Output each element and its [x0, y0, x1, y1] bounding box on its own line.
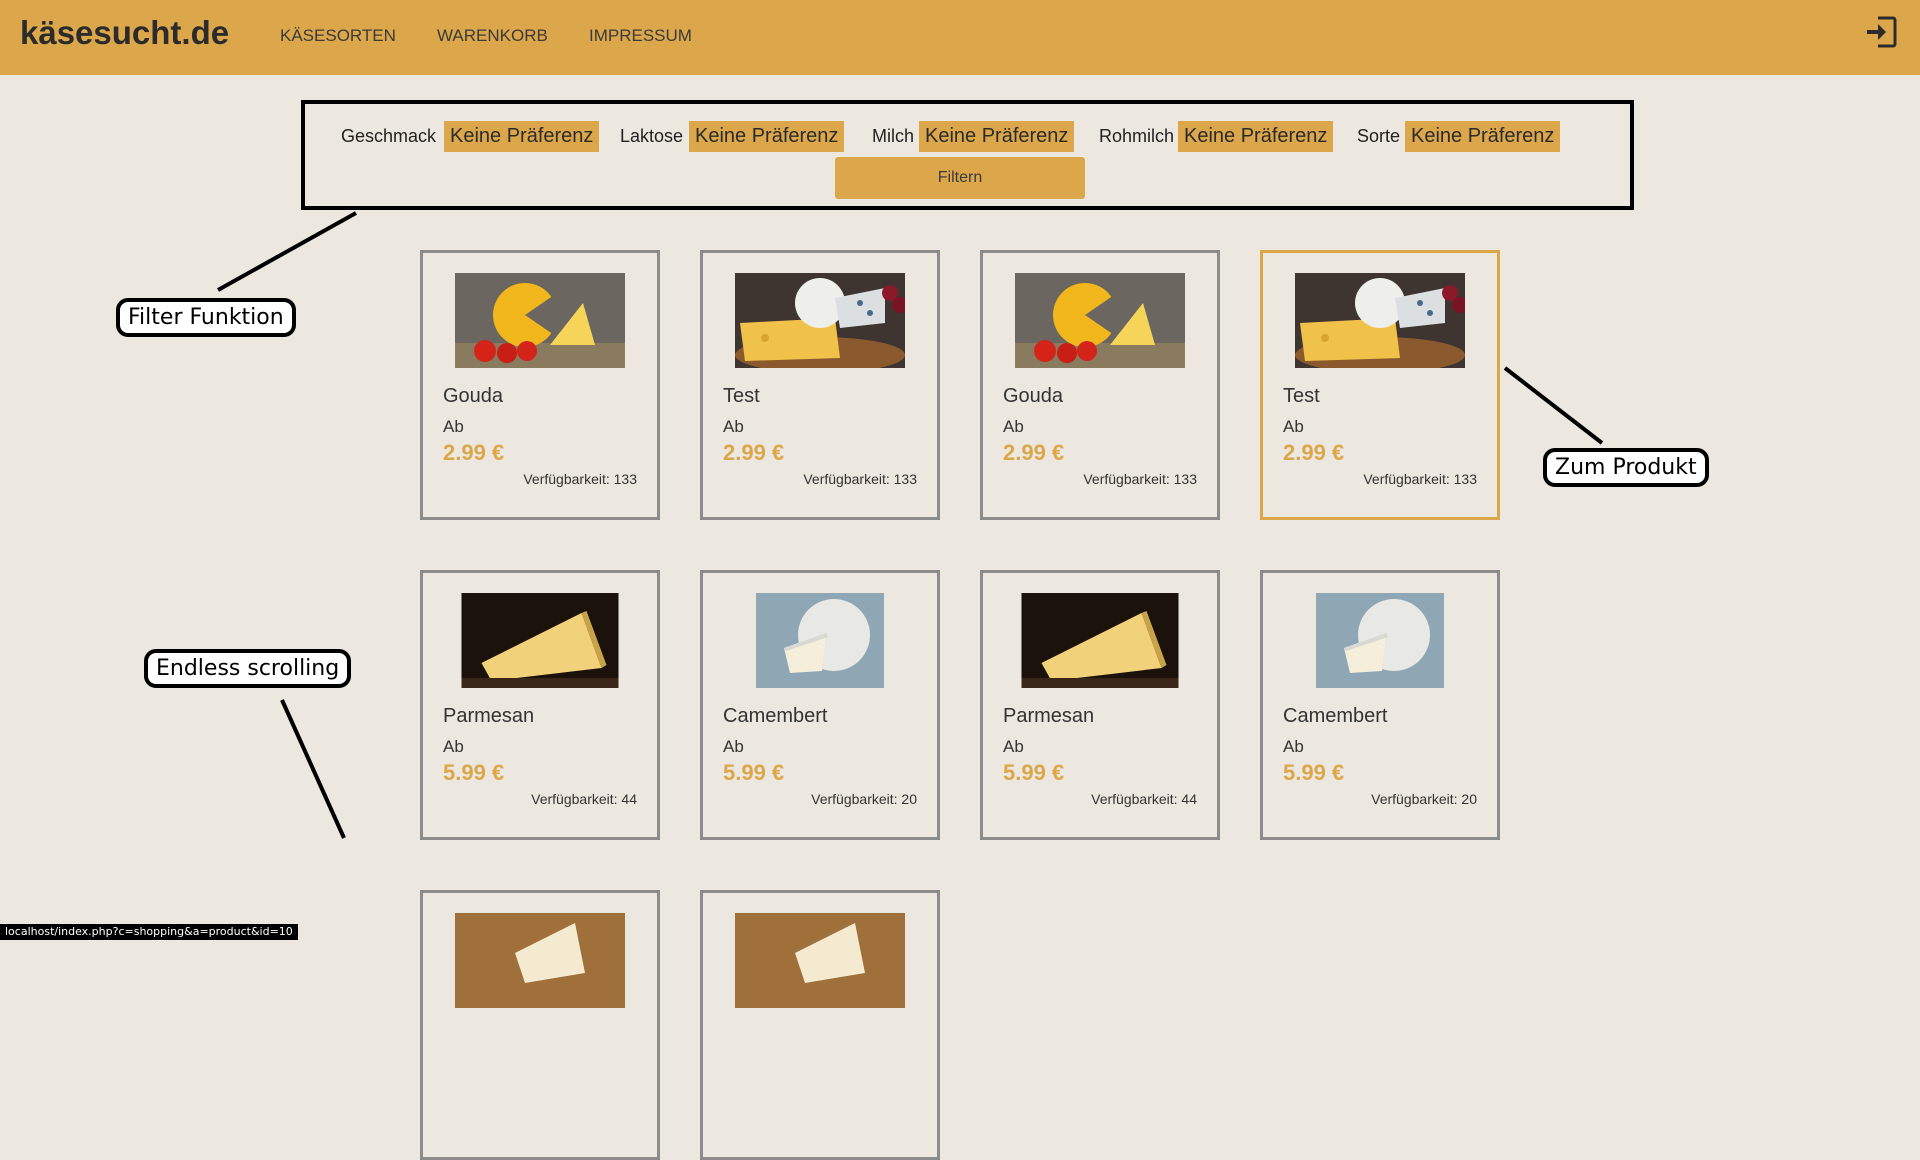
- product-image-gouda: [1015, 273, 1185, 368]
- product-card[interactable]: [700, 890, 940, 1160]
- filter-label-geschmack: Geschmack: [341, 126, 437, 146]
- product-name: Camembert: [1283, 705, 1388, 727]
- product-card[interactable]: Test Ab 2.99 € Verfügbarkeit: 133: [700, 250, 940, 520]
- product-availability: Verfügbarkeit: 133: [803, 471, 917, 487]
- annotation-endless-scrolling: Endless scrolling: [144, 649, 352, 688]
- product-image-parmesan: [461, 593, 619, 688]
- annotation-zum-produkt: Zum Produkt: [1543, 448, 1709, 487]
- link-preview-statusbar: localhost/index.php?c=shopping&a=product…: [0, 924, 298, 940]
- product-image-parmesan: [1021, 593, 1179, 688]
- product-price: 5.99 €: [1283, 760, 1345, 785]
- product-card-hovered[interactable]: Test Ab 2.99 € Verfügbarkeit: 133: [1260, 250, 1500, 520]
- product-availability: Verfügbarkeit: 133: [523, 471, 637, 487]
- product-name: Gouda: [443, 385, 504, 407]
- product-image-gouda: [455, 273, 625, 368]
- product-image-camembert: [1316, 593, 1444, 688]
- product-availability: Verfügbarkeit: 133: [1363, 471, 1477, 487]
- filter-select-milch[interactable]: Keine Präferenz: [919, 121, 1075, 152]
- product-availability: Verfügbarkeit: 44: [1091, 791, 1197, 807]
- product-availability: Verfügbarkeit: 44: [531, 791, 637, 807]
- product-image-camembert: [756, 593, 884, 688]
- product-price-prefix: Ab: [1003, 737, 1024, 756]
- login-icon[interactable]: [1864, 15, 1898, 49]
- product-card[interactable]: Parmesan Ab 5.99 € Verfügbarkeit: 44: [420, 570, 660, 840]
- product-name: Parmesan: [1003, 705, 1095, 727]
- product-card[interactable]: [420, 890, 660, 1160]
- product-card[interactable]: Gouda Ab 2.99 € Verfügbarkeit: 133: [420, 250, 660, 520]
- product-price: 2.99 €: [1283, 440, 1345, 465]
- product-price-prefix: Ab: [1283, 737, 1304, 756]
- product-price-prefix: Ab: [443, 737, 464, 756]
- filter-select-laktose[interactable]: Keine Präferenz: [689, 121, 845, 152]
- product-availability: Verfügbarkeit: 20: [811, 791, 917, 807]
- product-name: Gouda: [1003, 385, 1064, 407]
- product-image-cheese: [735, 913, 905, 1008]
- product-price: 5.99 €: [723, 760, 785, 785]
- filter-select-sorte[interactable]: Keine Präferenz: [1405, 121, 1561, 152]
- product-availability: Verfügbarkeit: 20: [1371, 791, 1477, 807]
- product-price-prefix: Ab: [723, 737, 744, 756]
- product-name: Parmesan: [443, 705, 535, 727]
- product-price-prefix: Ab: [1283, 417, 1304, 436]
- product-image-cheese-platter: [735, 273, 905, 368]
- product-card[interactable]: Camembert Ab 5.99 € Verfügbarkeit: 20: [1260, 570, 1500, 840]
- brand-logo[interactable]: käsesucht.de: [20, 14, 229, 52]
- filter-label-milch: Milch: [872, 126, 915, 146]
- nav-link-impressum[interactable]: IMPRESSUM: [589, 26, 692, 46]
- nav-link-warenkorb[interactable]: WARENKORB: [437, 26, 548, 46]
- filter-select-rohmilch[interactable]: Keine Präferenz: [1178, 121, 1334, 152]
- product-name: Test: [723, 385, 760, 407]
- product-price: 2.99 €: [1003, 440, 1065, 465]
- filter-select-geschmack[interactable]: Keine Präferenz: [444, 121, 600, 152]
- filter-label-sorte: Sorte: [1357, 126, 1401, 146]
- filter-label-rohmilch: Rohmilch: [1099, 126, 1175, 146]
- product-price-prefix: Ab: [1003, 417, 1024, 436]
- filter-button[interactable]: Filtern: [835, 157, 1085, 199]
- product-availability: Verfügbarkeit: 133: [1083, 471, 1197, 487]
- filter-panel: Geschmack Keine Präferenz Laktose Keine …: [301, 100, 1634, 210]
- product-price: 5.99 €: [1003, 760, 1065, 785]
- product-name: Camembert: [723, 705, 828, 727]
- product-card[interactable]: Parmesan Ab 5.99 € Verfügbarkeit: 44: [980, 570, 1220, 840]
- product-name: Test: [1283, 385, 1320, 407]
- product-price: 2.99 €: [723, 440, 785, 465]
- nav-link-kaesesorten[interactable]: KÄSESORTEN: [280, 26, 396, 46]
- navbar: käsesucht.de KÄSESORTEN WARENKORB IMPRES…: [0, 0, 1920, 75]
- product-card[interactable]: Camembert Ab 5.99 € Verfügbarkeit: 20: [700, 570, 940, 840]
- product-image-cheese: [455, 913, 625, 1008]
- product-price: 5.99 €: [443, 760, 505, 785]
- product-price-prefix: Ab: [723, 417, 744, 436]
- product-card[interactable]: Gouda Ab 2.99 € Verfügbarkeit: 133: [980, 250, 1220, 520]
- annotation-filter-funktion: Filter Funktion: [116, 298, 296, 337]
- filter-label-laktose: Laktose: [620, 126, 684, 146]
- product-price-prefix: Ab: [443, 417, 464, 436]
- product-image-cheese-platter: [1295, 273, 1465, 368]
- product-price: 2.99 €: [443, 440, 505, 465]
